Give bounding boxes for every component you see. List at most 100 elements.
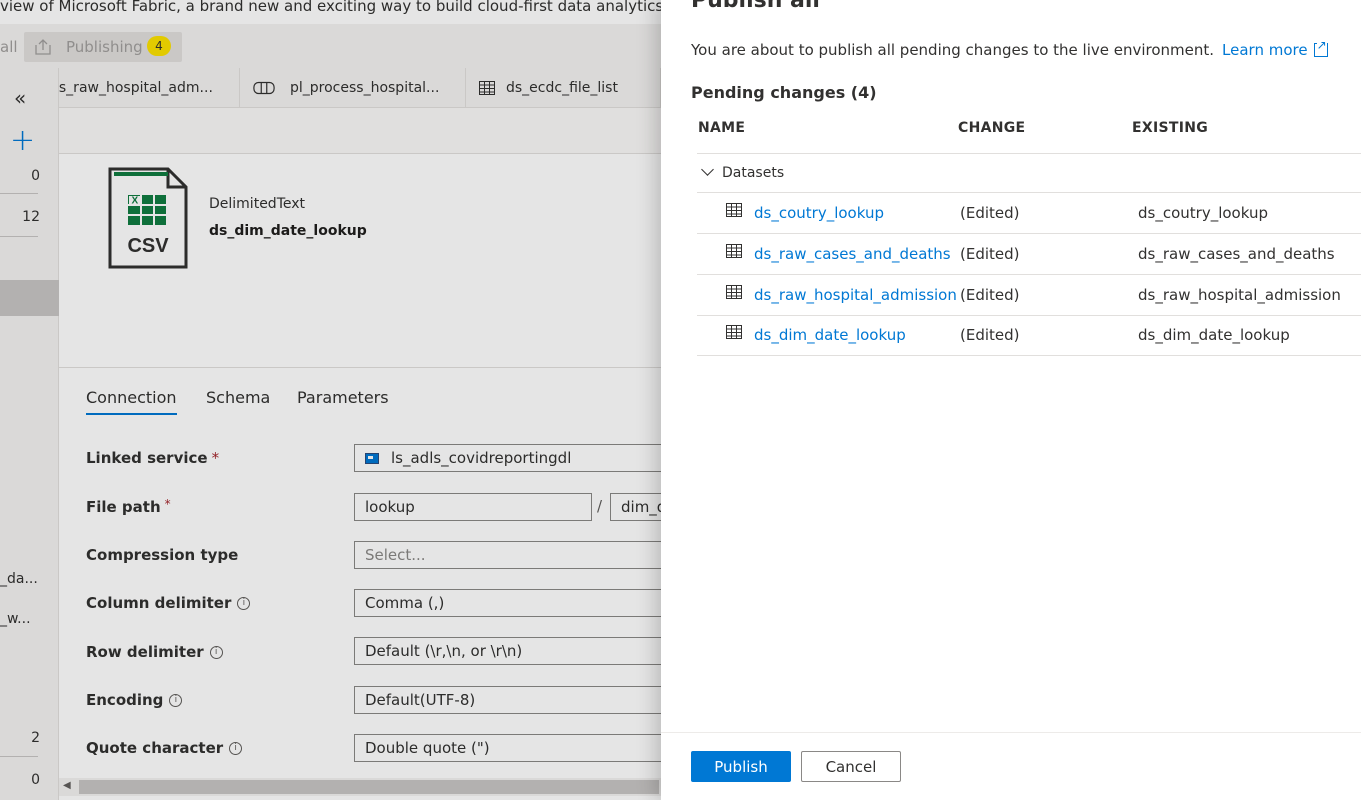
dataset-name: ds_dim_date_lookup — [209, 223, 367, 239]
add-resource-icon[interactable]: + — [10, 126, 35, 156]
table-row: ds_coutry_lookup (Edited) ds_coutry_look… — [697, 193, 1361, 233]
existing-name: ds_dim_date_lookup — [1138, 326, 1290, 344]
header-divider — [697, 153, 1361, 154]
rail-count: 0 — [31, 168, 40, 184]
rail-count: 0 — [31, 772, 40, 788]
publish-all-label-partial[interactable]: all — [0, 38, 18, 56]
rail-divider — [0, 236, 38, 237]
rail-divider — [0, 756, 38, 757]
tab-parameters[interactable]: Parameters — [297, 388, 389, 407]
editor-command-bar — [59, 108, 661, 154]
editor-background: view of Microsoft Fabric, a brand new an… — [0, 0, 661, 800]
linked-service-label: Linked service * — [86, 449, 220, 467]
storage-icon — [365, 453, 379, 464]
banner-text: view of Microsoft Fabric, a brand new an… — [0, 0, 661, 15]
file-path-container-input[interactable]: lookup — [354, 493, 592, 521]
editor-tabs: ls_raw_hospital_adm... pl_process_hospit… — [59, 68, 661, 108]
panel-description: You are about to publish all pending cha… — [691, 39, 1328, 59]
table-icon — [726, 203, 742, 217]
cancel-button[interactable]: Cancel — [801, 751, 901, 782]
change-status: (Edited) — [960, 204, 1020, 222]
existing-name: ds_coutry_lookup — [1138, 204, 1268, 222]
publish-icon — [35, 39, 51, 55]
column-header-existing: EXISTING — [1132, 120, 1209, 136]
linked-service-select[interactable]: ls_adls_covidreportingdl — [354, 444, 661, 472]
quote-character-select[interactable]: Double quote (") — [354, 734, 661, 762]
publishing-count-badge: 4 — [147, 36, 171, 56]
dataset-link[interactable]: ds_coutry_lookup — [754, 204, 884, 222]
chevron-down-icon — [701, 163, 714, 176]
table-row: ds_dim_date_lookup (Edited) ds_dim_date_… — [697, 315, 1361, 355]
dataset-link[interactable]: ds_raw_hospital_admission — [754, 286, 957, 304]
existing-name: ds_raw_cases_and_deaths — [1138, 245, 1335, 263]
group-datasets[interactable]: Datasets — [697, 163, 785, 181]
compression-type-select[interactable]: Select... — [354, 541, 661, 569]
info-icon: i — [169, 694, 183, 707]
encoding-label: Encoding i — [86, 691, 183, 709]
compression-type-label: Compression type — [86, 546, 239, 564]
table-row: ds_raw_hospital_admission (Edited) ds_ra… — [697, 275, 1361, 315]
change-status: (Edited) — [960, 286, 1020, 304]
info-icon: i — [229, 742, 243, 755]
pipeline-icon — [253, 81, 275, 95]
external-link-icon — [1313, 39, 1328, 57]
change-status: (Edited) — [960, 326, 1020, 344]
existing-name: ds_raw_hospital_admission — [1138, 286, 1341, 304]
path-separator: / — [597, 497, 603, 515]
table-icon — [726, 325, 742, 339]
column-delimiter-select[interactable]: Comma (,) — [354, 589, 661, 617]
info-icon: i — [209, 646, 223, 659]
rail-count: 12 — [22, 209, 40, 225]
column-delimiter-label: Column delimiter i — [86, 594, 251, 612]
tab-schema[interactable]: Schema — [206, 388, 270, 407]
tab-label: ds_ecdc_file_list — [506, 80, 618, 96]
pending-changes-title: Pending changes (4) — [691, 83, 877, 102]
preview-banner: view of Microsoft Fabric, a brand new an… — [0, 0, 661, 20]
learn-more-link[interactable]: Learn more — [1222, 39, 1328, 59]
csv-file-icon: X X CSV — [108, 167, 188, 269]
collapse-icon[interactable]: « — [14, 86, 26, 110]
table-row: ds_raw_cases_and_deaths (Edited) ds_raw_… — [697, 234, 1361, 274]
tab-dataset[interactable]: ds_ecdc_file_list — [466, 68, 661, 108]
panel-footer-divider — [661, 732, 1361, 733]
svg-text:X: X — [132, 196, 139, 207]
quote-character-label: Quote character i — [86, 739, 243, 757]
column-header-name: NAME — [698, 120, 746, 136]
tab-pipeline[interactable]: pl_process_hospital... — [240, 68, 466, 108]
tab-label: ls_raw_hospital_adm... — [59, 80, 213, 96]
encoding-select[interactable]: Default(UTF-8) — [354, 686, 661, 714]
scrollbar-thumb[interactable] — [79, 780, 659, 794]
table-icon — [726, 285, 742, 299]
rail-item[interactable]: _w... — [0, 611, 31, 627]
file-path-label: File path * — [86, 497, 171, 516]
change-status: (Edited) — [960, 245, 1020, 263]
column-header-change: CHANGE — [958, 120, 1026, 136]
publish-button[interactable]: Publish — [691, 751, 791, 782]
rail-item[interactable]: _da... — [0, 571, 38, 587]
row-delimiter-select[interactable]: Default (\r,\n, or \r\n) — [354, 637, 661, 665]
rail-count: 2 — [31, 730, 40, 746]
dataset-type: DelimitedText — [209, 196, 306, 212]
dataset-link[interactable]: ds_raw_cases_and_deaths — [754, 245, 951, 263]
row-divider — [697, 355, 1361, 356]
scroll-left-icon[interactable]: ◀ — [63, 780, 71, 791]
publishing-label: Publishing — [66, 38, 143, 56]
linked-service-value: ls_adls_covidreportingdl — [391, 449, 572, 467]
table-icon — [479, 81, 495, 95]
csv-icon-text: CSV — [127, 235, 169, 257]
table-icon — [726, 244, 742, 258]
publishing-button[interactable]: Publishing 4 — [24, 32, 182, 62]
resource-explorer-rail: « + 0 12 _da... _w... 2 0 — [0, 68, 59, 800]
tab-connection[interactable]: Connection — [86, 388, 177, 415]
publish-all-panel: Publish all You are about to publish all… — [661, 0, 1361, 800]
info-icon: i — [237, 597, 251, 610]
group-label: Datasets — [722, 165, 785, 181]
rail-divider — [0, 193, 38, 194]
horizontal-scrollbar[interactable]: ◀ — [59, 778, 661, 796]
file-path-directory-input[interactable]: dim_d — [610, 493, 661, 521]
dataset-link[interactable]: ds_dim_date_lookup — [754, 326, 906, 344]
panel-title: Publish all — [691, 0, 820, 13]
tab-label: pl_process_hospital... — [290, 80, 440, 96]
tab-linked-service[interactable]: ls_raw_hospital_adm... — [59, 68, 240, 108]
rail-selected-item[interactable] — [0, 280, 59, 316]
